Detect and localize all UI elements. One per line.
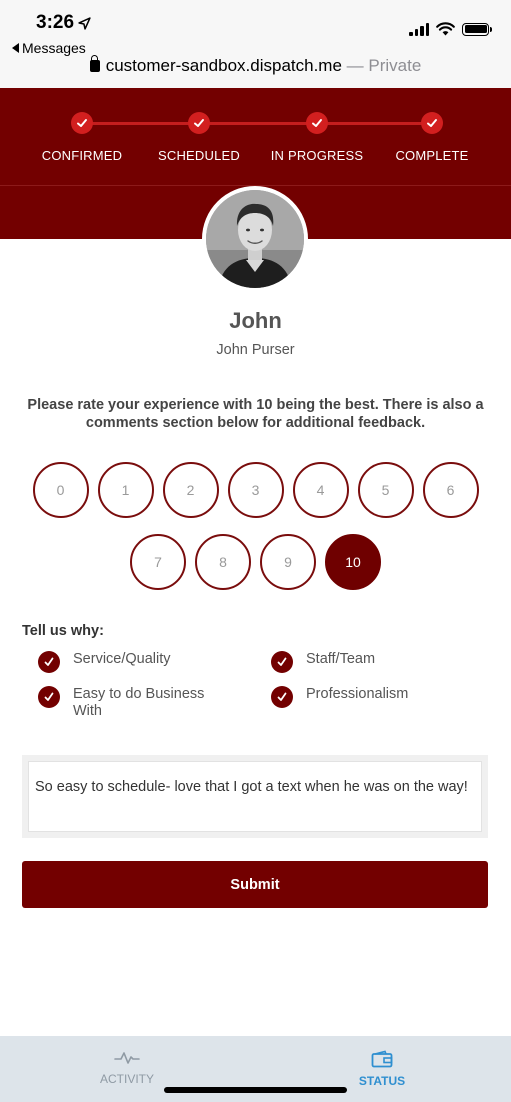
activity-pulse-icon bbox=[114, 1052, 140, 1064]
private-label: — Private bbox=[341, 56, 422, 75]
step-check-icon bbox=[421, 112, 443, 134]
home-indicator[interactable] bbox=[164, 1087, 347, 1093]
rating-option-8[interactable]: 8 bbox=[195, 534, 251, 590]
back-triangle-icon bbox=[12, 43, 19, 53]
back-to-app-link[interactable]: Messages bbox=[12, 40, 86, 56]
technician-full-name: John Purser bbox=[216, 342, 295, 358]
checkbox-checked-icon[interactable] bbox=[38, 686, 60, 708]
lock-icon bbox=[89, 55, 100, 72]
technician-first-name: John bbox=[229, 308, 282, 333]
reason-label: Staff/Team bbox=[306, 651, 376, 667]
rating-option-10[interactable]: 10 bbox=[325, 534, 381, 590]
comments-container: So easy to schedule- love that I got a t… bbox=[22, 755, 488, 838]
address-bar[interactable]: customer-sandbox.dispatch.me — Private bbox=[0, 55, 511, 76]
clock-time: 3:26 bbox=[36, 12, 75, 33]
checkbox-checked-icon[interactable] bbox=[271, 651, 293, 673]
reason-service-quality[interactable]: Service/Quality bbox=[38, 650, 248, 673]
comments-textarea[interactable]: So easy to schedule- love that I got a t… bbox=[28, 761, 482, 832]
checkbox-checked-icon[interactable] bbox=[271, 686, 293, 708]
rating-option-1[interactable]: 1 bbox=[97, 462, 154, 518]
back-app-label: Messages bbox=[22, 40, 86, 56]
browser-status-bar: 3:26 Messages customer-sandbox.dispatch.… bbox=[0, 0, 511, 88]
step-label: CONFIRMED bbox=[41, 148, 123, 163]
step-confirmed: CONFIRMED bbox=[17, 112, 147, 163]
step-in-progress: IN PROGRESS bbox=[252, 112, 382, 163]
reason-professionalism[interactable]: Professionalism bbox=[271, 685, 481, 708]
step-check-icon bbox=[188, 112, 210, 134]
tab-status[interactable]: STATUS bbox=[337, 1050, 427, 1088]
location-arrow-icon bbox=[78, 16, 91, 30]
step-check-icon bbox=[71, 112, 93, 134]
url-text: customer-sandbox.dispatch.me bbox=[105, 56, 342, 75]
system-icons bbox=[409, 22, 492, 36]
reason-label: Easy to do Business With bbox=[73, 686, 205, 719]
submit-button[interactable]: Submit bbox=[22, 861, 488, 908]
step-scheduled: SCHEDULED bbox=[134, 112, 264, 163]
rating-prompt: Please rate your experience with 10 bein… bbox=[27, 397, 484, 431]
rating-option-4[interactable]: 4 bbox=[292, 462, 349, 518]
step-check-icon bbox=[306, 112, 328, 134]
technician-photo-icon bbox=[206, 190, 304, 288]
clock: 3:26 bbox=[36, 12, 91, 34]
reason-staff-team[interactable]: Staff/Team bbox=[271, 650, 481, 673]
reason-label: Service/Quality bbox=[73, 651, 171, 667]
rating-row-bottom: 7 8 9 10 bbox=[0, 534, 511, 590]
status-wallet-icon bbox=[371, 1050, 393, 1068]
rating-option-0[interactable]: 0 bbox=[32, 462, 89, 518]
rating-row-top: 0 1 2 3 4 5 6 bbox=[0, 462, 511, 518]
rating-option-5[interactable]: 5 bbox=[357, 462, 414, 518]
tab-activity-label: ACTIVITY bbox=[99, 1072, 154, 1086]
reasons-title: Tell us why: bbox=[22, 623, 104, 639]
tab-status-label: STATUS bbox=[358, 1074, 406, 1088]
rating-option-7[interactable]: 7 bbox=[130, 534, 186, 590]
rating-option-3[interactable]: 3 bbox=[227, 462, 284, 518]
step-label: COMPLETE bbox=[395, 148, 469, 163]
checkbox-checked-icon[interactable] bbox=[38, 651, 60, 673]
technician-avatar bbox=[202, 186, 308, 292]
reason-easy-business[interactable]: Easy to do Business With bbox=[38, 685, 228, 720]
reason-label: Professionalism bbox=[306, 686, 409, 702]
rating-option-2[interactable]: 2 bbox=[162, 462, 219, 518]
cellular-signal-icon bbox=[409, 22, 429, 36]
step-label: IN PROGRESS bbox=[270, 148, 364, 163]
step-label: SCHEDULED bbox=[158, 148, 240, 163]
rating-option-9[interactable]: 9 bbox=[260, 534, 316, 590]
wifi-icon bbox=[436, 22, 455, 36]
rating-option-6[interactable]: 6 bbox=[422, 462, 479, 518]
battery-icon bbox=[462, 22, 492, 36]
step-complete: COMPLETE bbox=[367, 112, 497, 163]
tab-activity[interactable]: ACTIVITY bbox=[82, 1050, 172, 1086]
